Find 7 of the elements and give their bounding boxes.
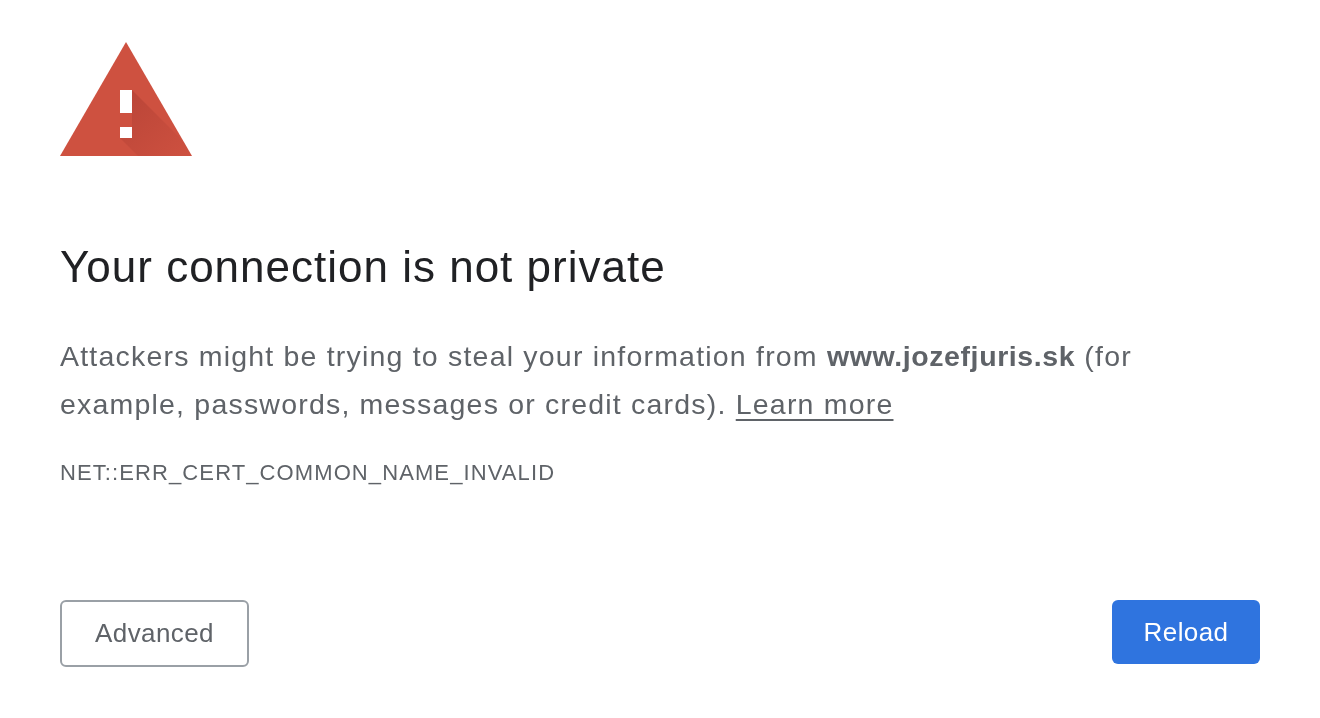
error-code: NET::ERR_CERT_COMMON_NAME_INVALID: [60, 459, 557, 487]
advanced-button[interactable]: Advanced: [60, 600, 249, 667]
warning-triangle-icon: [60, 42, 192, 156]
page-heading: Your connection is not private: [60, 241, 667, 293]
reload-button[interactable]: Reload: [1112, 600, 1260, 664]
learn-more-link[interactable]: Learn more: [735, 388, 894, 420]
warning-message: Attackers might be trying to steal your information from www.jozefjuris.sk (for example, passwords, messages or credit cards). Learn more: [60, 339, 1133, 422]
